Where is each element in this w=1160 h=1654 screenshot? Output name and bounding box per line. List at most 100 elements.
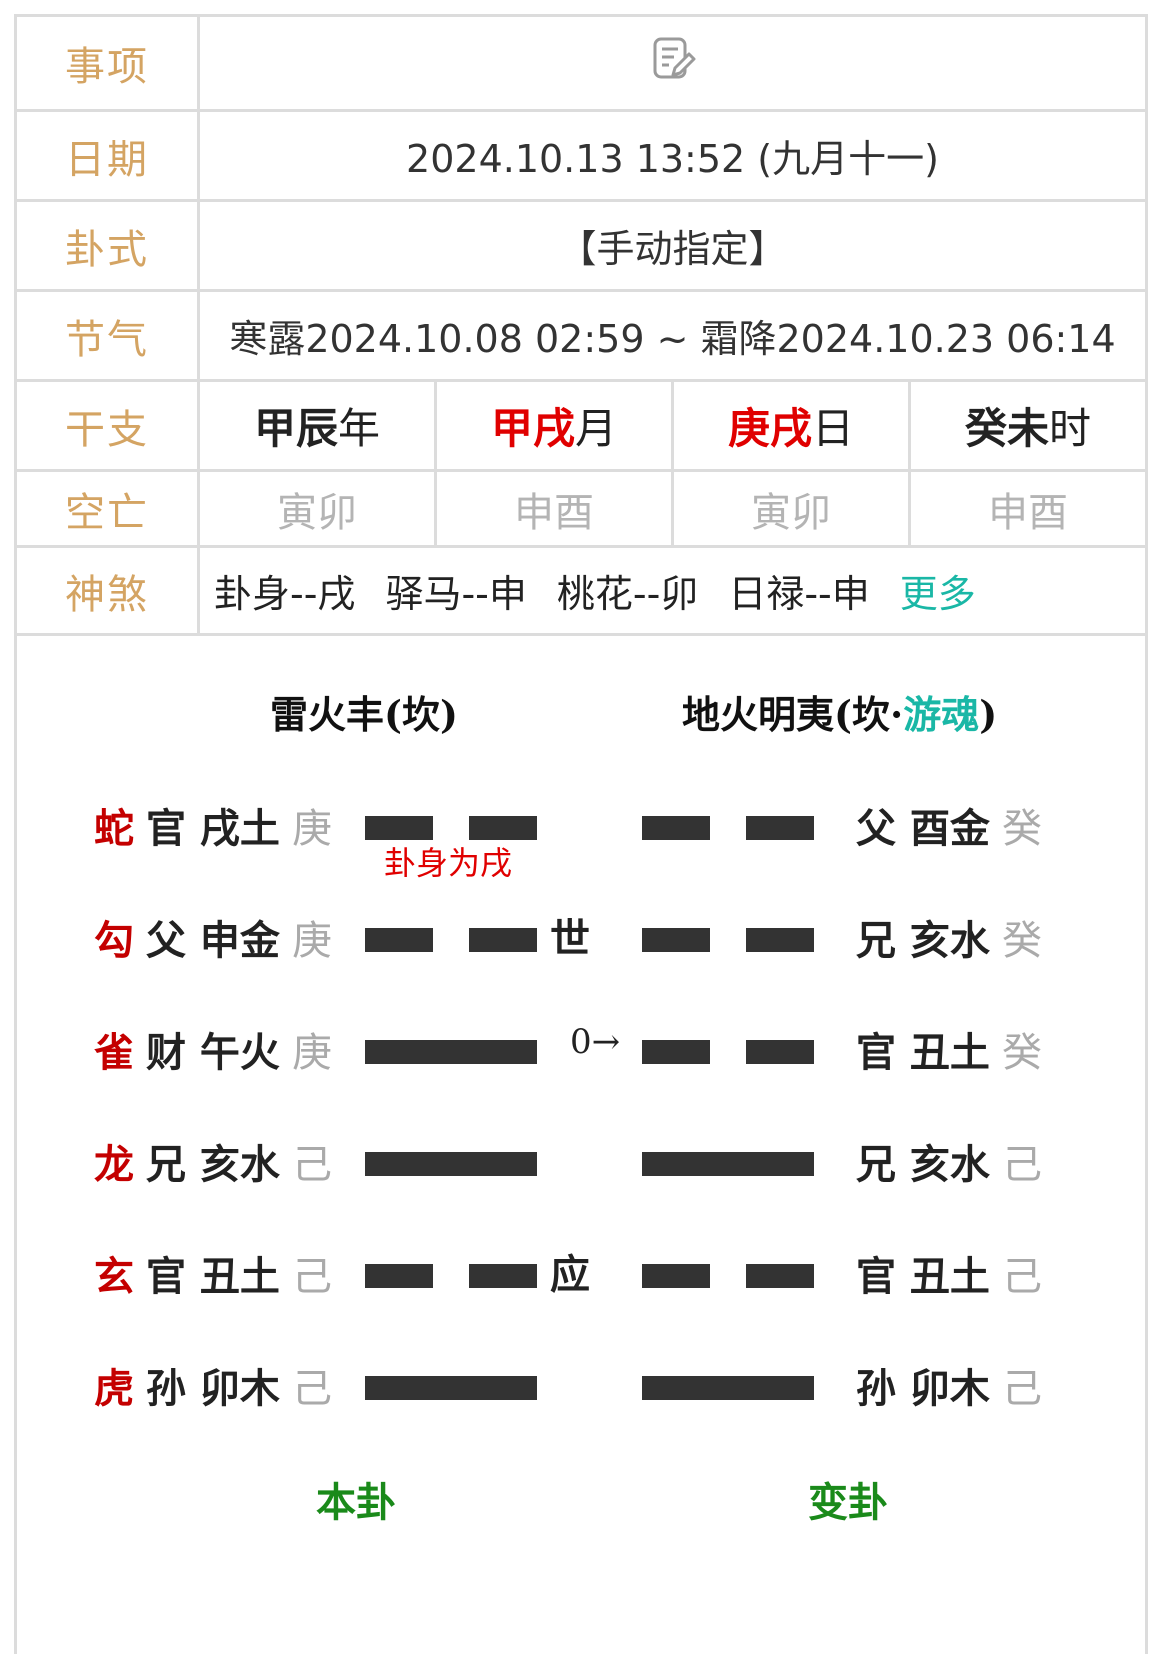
main-hexagram-label: 本卦: [316, 1480, 396, 1526]
main-line-label: 父 申金庚: [146, 908, 332, 966]
main-line-yin-bar: [365, 816, 433, 840]
row-date: 日期 2024.10.13 13:52 (九月十一): [14, 109, 1148, 202]
changed-line-yang-bar: [642, 1152, 814, 1176]
shi-ying-marker: 世: [550, 916, 590, 962]
date-label: 日期: [14, 109, 200, 202]
void-day: 寅卯: [671, 469, 911, 548]
changed-line-yang-bar: [642, 1376, 814, 1400]
gua-body-note: 卦身为戌: [384, 844, 513, 882]
changed-line-label: 官 丑土己: [856, 1244, 1042, 1302]
row-gua-method: 卦式 【手动指定】: [14, 199, 1148, 292]
changed-line-label: 官 丑土癸: [856, 1020, 1042, 1078]
solar-term-label: 节气: [14, 289, 200, 382]
changed-line-stem: 癸: [1001, 806, 1042, 852]
changed-line-stem: 己: [1001, 1142, 1042, 1188]
ganzhi-month: 甲戌月: [434, 379, 674, 472]
main-line-yin-bar: [365, 928, 433, 952]
changed-line-stem: 己: [1001, 1254, 1042, 1300]
gua-method-label: 卦式: [14, 199, 200, 292]
main-line-relation: 孙 卯木: [146, 1366, 280, 1412]
row-event: 事项: [14, 14, 1148, 112]
changed-line-yin-bar: [746, 928, 814, 952]
main-hexagram-title: 雷火丰(坎): [270, 692, 458, 737]
ganzhi-day-stem: 庚戌: [727, 404, 812, 453]
ganzhi-hour-stem: 癸未: [964, 404, 1049, 453]
changed-line-yin-bar: [642, 816, 710, 840]
ganzhi-label: 干支: [14, 379, 200, 472]
six-beast-label: 龙: [94, 1142, 134, 1188]
main-line-yin-bar: [365, 1264, 433, 1288]
main-line-relation: 父 申金: [146, 918, 280, 964]
void-label: 空亡: [14, 469, 200, 548]
main-line-label: 孙 卯木己: [146, 1356, 332, 1414]
main-line-stem: 己: [291, 1142, 332, 1188]
date-value: 2024.10.13 13:52 (九月十一): [197, 109, 1148, 202]
six-beast-label: 雀: [94, 1030, 134, 1076]
changed-line-label: 兄 亥水己: [856, 1132, 1042, 1190]
changed-line-yin-bar: [642, 1264, 710, 1288]
shi-ying-marker: 应: [550, 1252, 590, 1298]
changed-line-stem: 己: [1001, 1366, 1042, 1412]
main-line-stem: 庚: [291, 918, 332, 964]
hexagram-line-row: 龙兄 亥水己兄 亥水己: [14, 1132, 1148, 1192]
changed-line-relation: 官 丑土: [856, 1030, 990, 1076]
main-line-yang-bar: [365, 1152, 537, 1176]
main-line-relation: 兄 亥水: [146, 1142, 280, 1188]
edit-note-icon[interactable]: [649, 35, 697, 92]
ganzhi-year-stem: 甲辰: [253, 404, 338, 453]
changed-line-yin-bar: [746, 1264, 814, 1288]
changed-line-relation: 官 丑土: [856, 1254, 990, 1300]
ganzhi-year: 甲辰年: [197, 379, 437, 472]
changed-line-relation: 父 酉金: [856, 806, 990, 852]
row-ganzhi: 干支 甲辰年 甲戌月 庚戌日 癸未时: [14, 379, 1148, 472]
hexagram-area: 雷火丰(坎) 地火明夷(坎·游魂) 蛇官 戌土庚父 酉金癸勾父 申金庚世兄 亥水…: [14, 620, 1148, 1640]
ganzhi-month-unit: 月: [575, 404, 618, 453]
six-beast-label: 虎: [94, 1366, 134, 1412]
wandering-soul-label: 游魂: [903, 692, 980, 737]
event-value[interactable]: [197, 14, 1148, 112]
changed-line-yin-bar: [642, 928, 710, 952]
main-line-stem: 庚: [291, 806, 332, 852]
six-beast-label: 勾: [94, 918, 134, 964]
changed-line-label: 父 酉金癸: [856, 796, 1042, 854]
changed-line-stem: 癸: [1001, 1030, 1042, 1076]
ganzhi-month-stem: 甲戌: [490, 404, 575, 453]
hexagram-line-row: 玄官 丑土己应官 丑土己: [14, 1244, 1148, 1304]
shensha-item: 驿马--申: [385, 572, 527, 616]
ganzhi-hour-unit: 时: [1049, 404, 1092, 453]
changed-line-stem: 癸: [1001, 918, 1042, 964]
moving-line-marker: 0→: [570, 1022, 621, 1062]
hexagram-line-row: 虎孙 卯木己孙 卯木己: [14, 1356, 1148, 1416]
changed-title-prefix: 地火明夷(坎·: [682, 692, 904, 737]
gua-method-value: 【手动指定】: [197, 199, 1148, 292]
shensha-item: 日禄--申: [728, 572, 870, 616]
main-line-yin-bar: [469, 816, 537, 840]
changed-line-label: 兄 亥水癸: [856, 908, 1042, 966]
ganzhi-day-unit: 日: [812, 404, 855, 453]
main-line-yang-bar: [365, 1040, 537, 1064]
changed-line-yin-bar: [642, 1040, 710, 1064]
main-line-relation: 官 戌土: [146, 806, 280, 852]
main-line-label: 兄 亥水己: [146, 1132, 332, 1190]
more-link[interactable]: 更多: [900, 572, 976, 616]
changed-line-yin-bar: [746, 816, 814, 840]
hexagram-line-row: 蛇官 戌土庚 父 酉金癸: [14, 796, 1148, 856]
six-beast-label: 玄: [94, 1254, 134, 1300]
event-label: 事项: [14, 14, 200, 112]
main-line-label: 官 戌土庚: [146, 796, 332, 854]
hexagram-line-row: 雀财 午火庚 0→ 官 丑土癸: [14, 1020, 1148, 1080]
shensha-item: 卦身--戌: [214, 572, 356, 616]
changed-line-relation: 兄 亥水: [856, 1142, 990, 1188]
solar-term-value: 寒露2024.10.08 02:59 ~ 霜降2024.10.23 06:14: [197, 289, 1148, 382]
changed-line-label: 孙 卯木己: [856, 1356, 1042, 1414]
shensha-item: 桃花--卯: [556, 572, 699, 616]
row-solar-term: 节气 寒露2024.10.08 02:59 ~ 霜降2024.10.23 06:…: [14, 289, 1148, 382]
main-line-stem: 己: [291, 1366, 332, 1412]
info-table: 事项 日期 2024.10.13 13:52 (九月十一) 卦式 【手动指定】 …: [14, 14, 1148, 636]
main-line-yin-bar: [469, 928, 537, 952]
main-line-label: 官 丑土己: [146, 1244, 332, 1302]
ganzhi-hour: 癸未时: [908, 379, 1148, 472]
void-month: 申酉: [434, 469, 674, 548]
main-line-yin-bar: [469, 1264, 537, 1288]
changed-hexagram-label: 变卦: [808, 1480, 888, 1526]
